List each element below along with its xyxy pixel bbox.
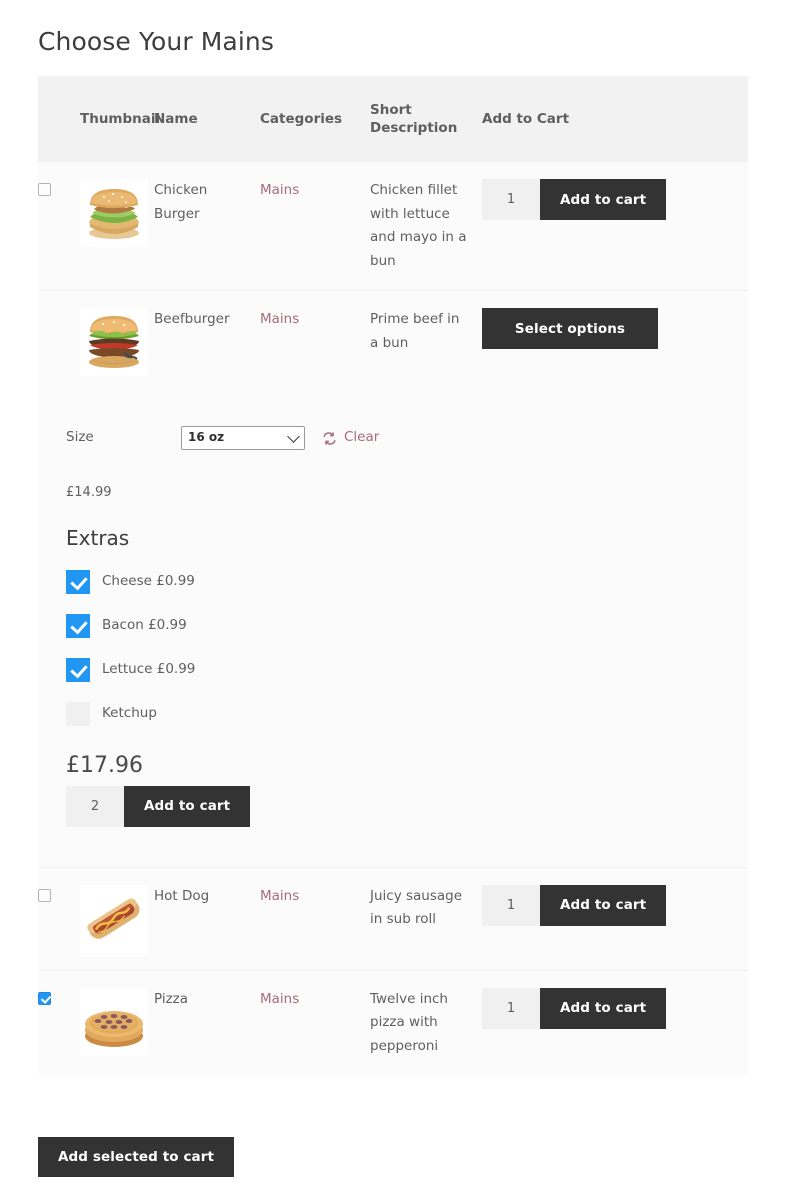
category-link[interactable]: Mains [260,991,299,1007]
extra-label-ketchup: Ketchup [102,702,157,726]
add-to-cart-button[interactable]: Add to cart [540,988,666,1029]
column-header-name: Name [154,76,260,162]
chicken-burger-thumbnail[interactable] [80,179,148,247]
add-selected-to-cart-button[interactable]: Add selected to cart [38,1137,234,1177]
hot-dog-thumbnail[interactable] [80,885,148,953]
row-categories-cell: Mains [260,291,370,394]
category-link[interactable]: Mains [260,311,299,327]
extras-title: Extras [66,527,748,551]
add-to-cart-button[interactable]: Add to cart [540,179,666,220]
add-to-cart-button[interactable]: Add to cart [540,885,666,926]
column-header-categories: Categories [260,76,370,162]
variation-quantity-input[interactable] [66,786,124,827]
extra-checkbox-bacon[interactable] [66,614,90,638]
extra-checkbox-cheese[interactable] [66,570,90,594]
table-row: Beefburger Mains Prime beef in a bun Sel… [38,291,748,394]
quantity-input[interactable] [482,179,540,220]
product-table-head: Thumbnail Name Categories Short Descript… [38,76,748,162]
beefburger-thumbnail[interactable] [80,308,148,376]
row-select-cell [38,970,80,1075]
refresh-icon [322,431,337,446]
row-short-description-cell: Prime beef in a bun [370,291,482,394]
row-add-to-cart-cell: Add to cart [482,867,748,970]
row-thumbnail-cell [80,867,154,970]
quantity-input[interactable] [482,988,540,1029]
row-add-to-cart-cell: Add to cart [482,970,748,1075]
column-header-thumbnail: Thumbnail [80,76,154,162]
row-categories-cell: Mains [260,867,370,970]
extra-label-cheese: Cheese £0.99 [102,570,195,594]
size-option-row: Size 16 oz [66,421,748,455]
extra-checkbox-ketchup[interactable] [66,702,90,726]
extra-option-ketchup[interactable]: Ketchup [66,702,748,726]
extra-option-lettuce[interactable]: Lettuce £0.99 [66,658,748,682]
row-add-to-cart-cell: Add to cart [482,162,748,291]
quantity-input[interactable] [482,885,540,926]
category-link[interactable]: Mains [260,888,299,904]
row-select-cell [38,162,80,291]
row-name-cell: Pizza [154,970,260,1075]
variation-panel-row: Size 16 oz [38,393,748,867]
row-name-cell: Beefburger [154,291,260,394]
extra-option-cheese[interactable]: Cheese £0.99 [66,570,748,594]
row-categories-cell: Mains [260,970,370,1075]
select-options-button[interactable]: Select options [482,308,658,349]
extra-option-bacon[interactable]: Bacon £0.99 [66,614,748,638]
row-select-checkbox[interactable] [38,183,51,196]
size-select-value: 16 oz [188,426,224,450]
row-thumbnail-cell [80,162,154,291]
size-select[interactable]: 16 oz [181,426,305,450]
table-row: Pizza Mains Twelve inch pizza with peppe… [38,970,748,1075]
table-row: Chicken Burger Mains Chicken fillet with… [38,162,748,291]
table-header-row: Thumbnail Name Categories Short Descript… [38,76,748,162]
variation-add-to-cart-button[interactable]: Add to cart [124,786,250,827]
column-header-add-to-cart: Add to Cart [482,76,748,162]
row-select-options-cell: Select options [482,291,748,394]
clear-variation-link[interactable]: Clear [322,426,379,450]
product-table: Thumbnail Name Categories Short Descript… [38,76,748,1075]
product-table-body: Chicken Burger Mains Chicken fillet with… [38,162,748,1075]
extra-label-bacon: Bacon £0.99 [102,614,187,638]
row-name-cell: Chicken Burger [154,162,260,291]
clear-label: Clear [344,426,379,450]
variation-base-price: £14.99 [66,481,748,505]
chevron-down-icon [287,430,300,443]
variation-total-price: £17.96 [66,754,748,778]
column-header-select [38,76,80,162]
row-select-checkbox[interactable] [38,992,51,1005]
extra-label-lettuce: Lettuce £0.99 [102,658,195,682]
row-short-description-cell: Juicy sausage in sub roll [370,867,482,970]
variation-add-to-cart-group: Add to cart [66,786,748,827]
row-thumbnail-cell [80,970,154,1075]
row-select-checkbox[interactable] [38,889,51,902]
table-row: Hot Dog Mains Juicy sausage in sub roll … [38,867,748,970]
row-name-cell: Hot Dog [154,867,260,970]
row-short-description-cell: Chicken fillet with lettuce and mayo in … [370,162,482,291]
row-select-cell [38,867,80,970]
variation-panel: Size 16 oz [38,393,748,867]
row-thumbnail-cell [80,291,154,394]
product-table-page: Choose Your Mains Thumbnail Name Categor… [0,0,786,1200]
row-categories-cell: Mains [260,162,370,291]
column-header-short-description: Short Description [370,76,482,162]
row-select-cell [38,291,80,394]
page-title: Choose Your Mains [38,25,274,59]
pizza-thumbnail[interactable] [80,988,148,1056]
category-link[interactable]: Mains [260,182,299,198]
row-short-description-cell: Twelve inch pizza with pepperoni [370,970,482,1075]
extra-checkbox-lettuce[interactable] [66,658,90,682]
size-label: Size [66,426,181,450]
